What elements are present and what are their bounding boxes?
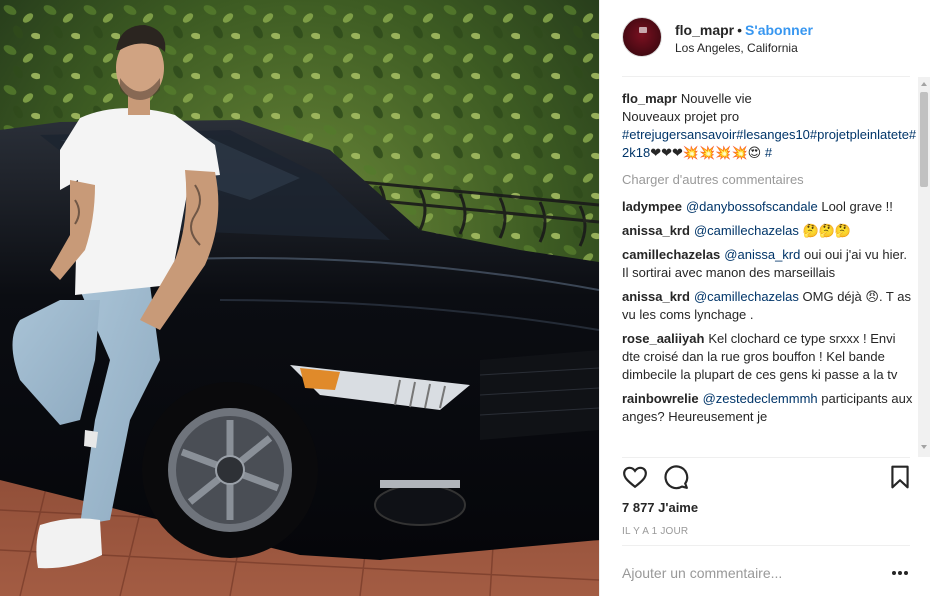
likes-count[interactable]: 7 877 J'aime	[622, 500, 698, 515]
comment-username-link[interactable]: rose_aaliiyah	[622, 331, 704, 346]
caption-line-1: Nouvelle vie	[680, 91, 752, 106]
comment-divider	[622, 545, 910, 546]
comment-username-link[interactable]: anissa_krd	[622, 223, 690, 238]
comment-item: anissa_krd @camillechazelas 🤔🤔🤔	[622, 222, 917, 240]
avatar-logo	[639, 27, 647, 33]
header-username-link[interactable]: flo_mapr	[675, 22, 734, 38]
follow-button[interactable]: S'abonner	[745, 22, 813, 38]
bookmark-icon[interactable]	[887, 464, 915, 492]
comment-username-link[interactable]: camillechazelas	[622, 247, 720, 262]
comment-item: anissa_krd @camillechazelas OMG déjà 😠. T…	[622, 288, 917, 324]
comment-item: rainbowrelie @zestedeclemmmh participants…	[622, 390, 917, 426]
header-divider	[622, 76, 910, 77]
user-line: flo_mapr • S'abonner	[675, 22, 813, 38]
comment-mention-link[interactable]: @camillechazelas	[694, 289, 799, 304]
comment-username-link[interactable]: anissa_krd	[622, 289, 690, 304]
post-timestamp[interactable]: IL Y A 1 JOUR	[622, 526, 688, 537]
comments-list: flo_mapr Nouvelle vie Nouveaux projet pro…	[622, 90, 917, 456]
comment-item: camillechazelas @anissa_krd oui oui j'ai …	[622, 246, 917, 282]
scrollbar-thumb[interactable]	[920, 92, 928, 187]
location-link[interactable]: Los Angeles, California	[675, 41, 798, 55]
comment-mention-link[interactable]: @danybossofscandale	[686, 199, 818, 214]
comment-username-link[interactable]: ladympee	[622, 199, 682, 214]
separator-dot: •	[737, 22, 743, 38]
actions-divider	[622, 457, 910, 458]
post-actions	[622, 464, 912, 492]
comment-item: ladympee @danybossofscandale Lool grave !…	[622, 198, 917, 216]
post-photo[interactable]	[0, 0, 599, 596]
comment-icon[interactable]	[663, 464, 691, 492]
comment-mention-link[interactable]: @camillechazelas	[694, 223, 799, 238]
comment-item: rose_aaliiyah Kel clochard ce type srxxx …	[622, 330, 917, 384]
photo-illustration	[0, 0, 599, 596]
caption-emojis: ❤❤❤💥💥💥💥😍	[650, 145, 762, 160]
caption: flo_mapr Nouvelle vie Nouveaux projet pro…	[622, 90, 917, 162]
caption-line-2: Nouveaux projet pro	[622, 109, 740, 124]
heart-icon[interactable]	[622, 464, 650, 492]
comment-text: Lool grave !!	[821, 199, 893, 214]
scroll-up-arrow-icon[interactable]	[921, 82, 927, 86]
load-more-comments-button[interactable]: Charger d'autres commentaires	[622, 171, 917, 189]
post-header: flo_mapr • S'abonner Los Angeles, Californ…	[599, 0, 930, 76]
comment-mention-link[interactable]: @zestedeclemmmh	[703, 391, 818, 406]
comment-mention-link[interactable]: @anissa_krd	[724, 247, 800, 262]
comment-text: 🤔🤔🤔	[802, 223, 852, 238]
comment-username-link[interactable]: rainbowrelie	[622, 391, 699, 406]
more-options-icon[interactable]	[892, 565, 910, 581]
add-comment-input[interactable]	[622, 556, 872, 590]
caption-hash-end[interactable]: #	[765, 145, 772, 160]
scroll-down-arrow-icon[interactable]	[921, 445, 927, 449]
user-avatar[interactable]	[622, 17, 662, 57]
caption-username-link[interactable]: flo_mapr	[622, 91, 677, 106]
